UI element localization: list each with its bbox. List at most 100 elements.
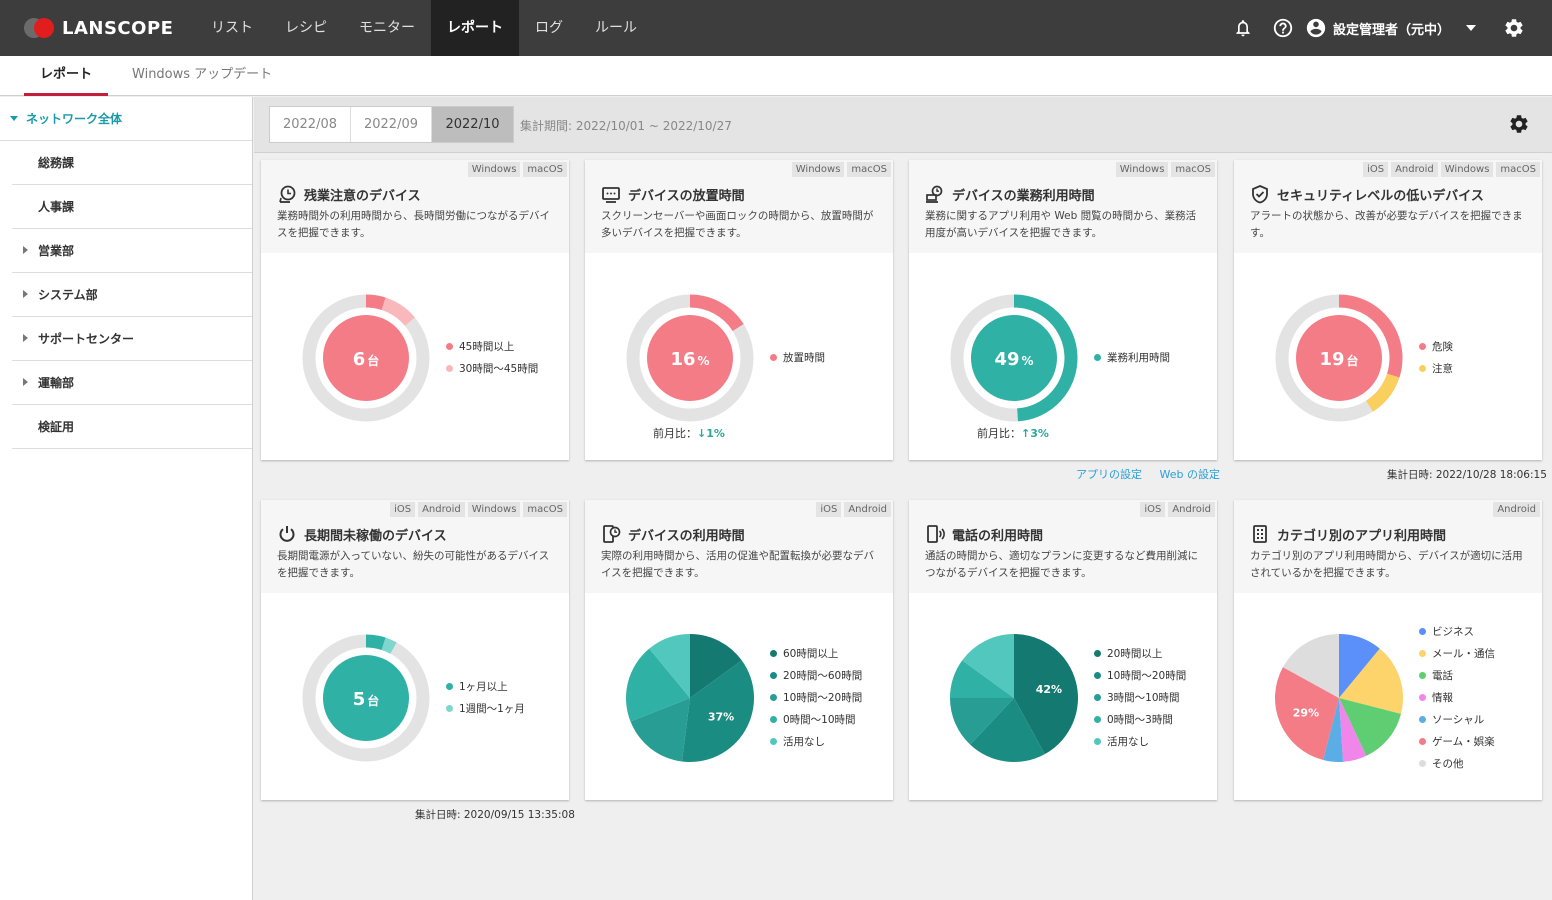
legend-label: 3時間〜10時間 xyxy=(1107,691,1180,704)
ring-segment[interactable] xyxy=(381,297,415,327)
card-title[interactable]: セキュリティレベルの低いデバイス xyxy=(1250,184,1484,204)
compare-value: ↓1% xyxy=(697,427,725,440)
settings-gear-icon[interactable] xyxy=(1494,0,1534,56)
user-menu[interactable]: 設定管理者（元中） xyxy=(1305,17,1490,39)
card-chart-area: 5 台 1ヶ月以上 1週間〜1ヶ月 xyxy=(261,593,569,800)
legend-label: 電話 xyxy=(1432,669,1453,682)
web-settings-link[interactable]: Web の設定 xyxy=(1160,468,1220,481)
ring-segment[interactable] xyxy=(365,294,386,311)
report-card[interactable]: Windows macOS 残業注意のデバイス 業務時間外の利用時間から、長時間労働に… xyxy=(261,160,569,460)
report-card[interactable]: iOS Android デバイスの利用時間実際の利用時間から、活用の促進や配置転換が… xyxy=(585,500,893,800)
card-title[interactable]: カテゴリ別のアプリ利用時間 xyxy=(1250,524,1446,544)
nav-monitor[interactable]: モニター xyxy=(343,0,431,56)
legend-label: 放置時間 xyxy=(783,351,825,364)
notification-bell-icon[interactable] xyxy=(1223,0,1263,56)
sidebar-item-label: サポートセンター xyxy=(38,332,135,346)
nav-list[interactable]: リスト xyxy=(195,0,269,56)
help-icon[interactable] xyxy=(1263,0,1303,56)
legend-dot xyxy=(446,704,453,712)
legend-item: 注意 xyxy=(1419,357,1453,379)
card-header: Windows macOS デバイスの放置時間 スクリーンセーバーや画面ロックの時間か… xyxy=(585,160,893,253)
card-title[interactable]: 残業注意のデバイス xyxy=(277,184,421,204)
legend-label: 0時間〜3時間 xyxy=(1107,713,1173,726)
tab-report[interactable]: レポート xyxy=(24,56,109,96)
nav-recipe[interactable]: レシピ xyxy=(269,0,343,56)
legend-label: 45時間以上 xyxy=(459,340,515,353)
ring-segment[interactable] xyxy=(365,634,386,651)
nav-rule[interactable]: ルール xyxy=(579,0,653,56)
sidebar-root-network[interactable]: ネットワーク全体 xyxy=(0,97,252,141)
card-title[interactable]: デバイスの業務利用時間 xyxy=(925,184,1095,204)
screen-idle-icon xyxy=(602,187,620,203)
app-settings-link[interactable]: アプリの設定 xyxy=(1076,468,1142,481)
expand-down-icon[interactable] xyxy=(10,116,18,121)
os-chips: iOS Android xyxy=(813,502,891,517)
legend-dot xyxy=(1419,737,1426,745)
legend-dot xyxy=(446,364,453,372)
report-card[interactable]: Windows macOS デバイスの業務利用時間 業務に関するアプリ利用や Web … xyxy=(909,160,1217,460)
month-tab-2022-10[interactable]: 2022/10 xyxy=(432,107,513,142)
sidebar-item[interactable]: 運輸部 xyxy=(12,361,252,405)
sidebar-item[interactable]: 検証用 xyxy=(12,405,252,449)
legend-dot xyxy=(1094,737,1101,745)
report-card[interactable]: Windows macOS デバイスの放置時間 スクリーンセーバーや画面ロックの時間か… xyxy=(585,160,893,460)
os-chip: Windows xyxy=(1440,162,1494,177)
card-description: 実際の利用時間から、活用の促進や配置転換が必要なデバイスを把握できます。 xyxy=(601,550,874,579)
expand-right-icon[interactable] xyxy=(23,378,28,386)
legend-label: ソーシャル xyxy=(1432,713,1485,726)
device-usage-icon xyxy=(603,525,621,543)
expand-right-icon[interactable] xyxy=(23,290,28,298)
report-settings-gear-icon[interactable] xyxy=(1508,113,1530,138)
chart-svg: 29% xyxy=(1275,634,1403,762)
sidebar-item[interactable]: システム部 xyxy=(12,273,252,317)
logo-mark-icon xyxy=(24,18,56,38)
os-chip: Windows xyxy=(1115,162,1169,177)
sidebar-item[interactable]: 人事課 xyxy=(12,185,252,229)
os-chips: Windows macOS xyxy=(789,162,891,177)
card-title[interactable]: デバイスの利用時間 xyxy=(601,524,745,544)
card-title[interactable]: 電話の利用時間 xyxy=(925,524,1043,544)
legend-dot xyxy=(1419,342,1426,350)
legend-label: 注意 xyxy=(1432,362,1453,375)
legend-dot xyxy=(1419,364,1426,372)
tab-windows-update[interactable]: Windows アップデート xyxy=(116,56,288,96)
expand-right-icon[interactable] xyxy=(23,246,28,254)
nav-report[interactable]: レポート xyxy=(431,0,519,56)
os-chips: Windows macOS xyxy=(465,162,567,177)
legend-label: 危険 xyxy=(1432,340,1453,353)
legend-item: 1ヶ月以上 xyxy=(446,675,525,697)
lanscope-logo[interactable]: LANSCOPE xyxy=(0,18,195,39)
chevron-down-icon[interactable] xyxy=(1466,25,1476,31)
sidebar-item[interactable]: 営業部 xyxy=(12,229,252,273)
report-card[interactable]: iOS Android Windows macOS セキュリティレベルの低いデバイス アラ… xyxy=(1234,160,1542,460)
os-chip: iOS xyxy=(816,502,842,517)
card-title[interactable]: デバイスの放置時間 xyxy=(601,184,745,204)
card-title[interactable]: 長期間未稼働のデバイス xyxy=(277,524,447,544)
legend-label: 業務利用時間 xyxy=(1107,351,1170,364)
card-chart-area: 19 台危険 注意 xyxy=(1234,253,1542,460)
legend-dot xyxy=(770,737,777,745)
legend-dot xyxy=(1419,627,1426,635)
report-card[interactable]: Android カテゴリ別のアプリ利用時間 カテゴリ別のアプリ利用時間から、デバイス… xyxy=(1234,500,1542,800)
card-title-text: 長期間未稼働のデバイス xyxy=(304,528,447,544)
app-category-icon xyxy=(1253,525,1267,543)
sidebar-item-label: 人事課 xyxy=(38,200,75,214)
center-disc xyxy=(323,655,409,741)
chart-legend: 45時間以上 30時間〜45時間 xyxy=(446,335,538,379)
legend-dot xyxy=(446,342,453,350)
os-chip: macOS xyxy=(1171,162,1215,177)
compare-value: ↑3% xyxy=(1021,427,1049,440)
report-card[interactable]: iOS Android 電話の利用時間 通話の時間から、適切なプランに変更するなど費用… xyxy=(909,500,1217,800)
expand-right-icon[interactable] xyxy=(23,334,28,342)
sidebar-item[interactable]: 総務課 xyxy=(12,141,252,185)
report-card[interactable]: iOS Android Windows macOS 長期間未稼働のデバイス 長期間電源が入… xyxy=(261,500,569,800)
nav-log[interactable]: ログ xyxy=(519,0,579,56)
ring-segment[interactable] xyxy=(381,637,397,654)
sidebar-root-label: ネットワーク全体 xyxy=(26,111,123,126)
month-tab-2022-08[interactable]: 2022/08 xyxy=(270,107,351,142)
os-chip: macOS xyxy=(523,162,567,177)
month-tab-2022-09[interactable]: 2022/09 xyxy=(351,107,432,142)
card-title-text: デバイスの利用時間 xyxy=(628,528,745,544)
chart-legend: 1ヶ月以上 1週間〜1ヶ月 xyxy=(446,675,525,719)
sidebar-item[interactable]: サポートセンター xyxy=(12,317,252,361)
